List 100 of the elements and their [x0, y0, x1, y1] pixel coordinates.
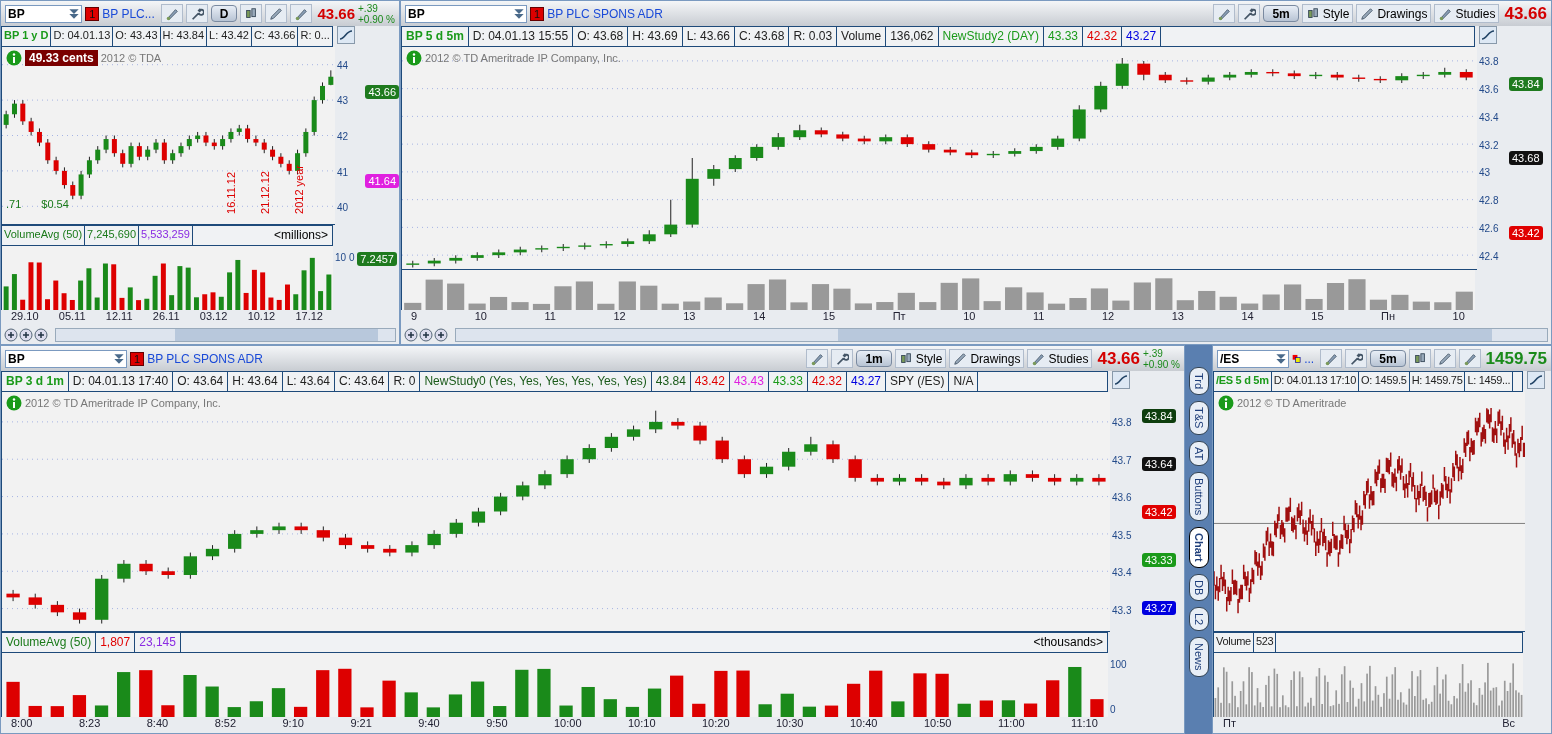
date-marker-label: 16.11.12	[225, 171, 237, 214]
x-axis-label: 14	[753, 310, 766, 324]
chart-style-icon[interactable]	[1479, 26, 1497, 44]
side-tab[interactable]: DB	[1188, 573, 1209, 602]
link-group-number[interactable]: 1	[85, 6, 100, 21]
x-axis-label: 9:21	[350, 717, 372, 731]
more-link[interactable]: ...	[1304, 351, 1315, 366]
dropdown-arrow-icon[interactable]	[512, 6, 526, 21]
info-cell: 43.33	[1044, 27, 1084, 46]
info-icon[interactable]	[6, 395, 22, 411]
wrench-button[interactable]	[1238, 4, 1261, 23]
period-button[interactable]: 5m	[1263, 5, 1299, 22]
candle	[922, 140, 936, 153]
side-tab[interactable]: Trd	[1188, 367, 1209, 396]
link-group-number[interactable]: 1	[530, 6, 545, 21]
chart-style-icon[interactable]	[1112, 371, 1130, 389]
chart-style-icon[interactable]	[337, 26, 355, 44]
studies-button[interactable]: Studies	[1027, 349, 1093, 368]
candle	[535, 244, 549, 253]
x-axis-label: 13	[1171, 310, 1184, 324]
period-button[interactable]: D	[210, 5, 238, 22]
candle	[715, 436, 729, 464]
candle	[203, 131, 209, 147]
zoom-icon[interactable]	[34, 328, 48, 342]
pin-button[interactable]	[806, 349, 829, 368]
zoom-icon[interactable]	[404, 328, 418, 342]
volume-cell: Volume	[1214, 633, 1254, 652]
period-button[interactable]: 5m	[1370, 350, 1406, 367]
candle	[1244, 68, 1258, 79]
x-axis-label: 12	[1101, 310, 1115, 324]
side-tab[interactable]: AT	[1188, 440, 1209, 466]
style-button[interactable]	[1408, 349, 1431, 368]
candle	[642, 229, 656, 245]
candle	[1223, 71, 1237, 81]
y-axis-label: 41	[337, 166, 349, 178]
side-tab[interactable]: Buttons	[1188, 471, 1209, 522]
side-tab[interactable]: Chart	[1188, 527, 1209, 568]
candle	[959, 473, 973, 490]
info-icon[interactable]	[1218, 395, 1234, 411]
side-tab[interactable]: L2	[1188, 607, 1209, 632]
symbol-field[interactable]: BP	[5, 349, 127, 368]
style-button[interactable]	[240, 4, 263, 23]
wrench-button[interactable]	[1345, 349, 1368, 368]
x-axis-label: 9:50	[486, 717, 508, 731]
side-tab[interactable]: T&S	[1188, 401, 1209, 435]
info-cell: R: 0	[389, 372, 421, 391]
scrollbar[interactable]	[55, 328, 396, 342]
scrollbar[interactable]	[455, 328, 1548, 342]
drawings-button[interactable]: Drawings	[949, 349, 1025, 368]
candle	[211, 138, 217, 151]
drawings-button[interactable]	[1433, 349, 1456, 368]
candle	[170, 149, 176, 165]
zoom-icon[interactable]	[434, 328, 448, 342]
candle	[111, 135, 117, 158]
info-cell: H: 43.69	[628, 27, 683, 46]
drawings-button[interactable]	[265, 4, 288, 23]
zoom-icon[interactable]	[19, 328, 33, 342]
info-cell: L: 43.64	[282, 372, 335, 391]
info-icon[interactable]	[406, 50, 422, 66]
side-tab[interactable]: News	[1188, 637, 1209, 677]
symbol-field[interactable]: BP	[5, 4, 83, 23]
y-axis-label: 44	[337, 59, 349, 71]
candle	[1092, 473, 1106, 486]
symbol-field[interactable]: /ES	[1217, 349, 1289, 368]
studies-button[interactable]: Studies	[1434, 4, 1500, 23]
price-tag: 43.68	[1509, 151, 1543, 166]
price-change: +0.90 %	[358, 13, 395, 25]
studies-button[interactable]	[1458, 349, 1481, 368]
info-icon[interactable]	[6, 50, 22, 66]
brush-icon	[294, 6, 309, 21]
period-button[interactable]: 1m	[856, 350, 892, 367]
candle	[1330, 71, 1344, 81]
info-cell: O: 43.43	[113, 27, 161, 46]
dropdown-arrow-icon[interactable]	[112, 351, 126, 366]
symbol-field[interactable]: BP	[405, 4, 527, 23]
info-cell: O: 43.64	[173, 372, 229, 391]
pin-button[interactable]	[160, 4, 183, 23]
link-group-number[interactable]: 1	[130, 351, 145, 366]
candle	[879, 133, 893, 145]
x-axis-label: 11	[544, 310, 556, 324]
wrench-button[interactable]	[185, 4, 208, 23]
style-button[interactable]: Style	[1301, 4, 1354, 23]
chart-style-icon[interactable]	[1527, 371, 1545, 389]
drawings-button[interactable]: Drawings	[1356, 4, 1432, 23]
style-button[interactable]: Style	[894, 349, 947, 368]
pin-button[interactable]	[1213, 4, 1236, 23]
price-tag: 43.66	[365, 84, 399, 99]
x-axis-label: 9	[411, 310, 418, 324]
x-axis-label: 8:52	[214, 717, 237, 731]
wrench-button[interactable]	[831, 349, 854, 368]
candle	[900, 133, 914, 148]
candle	[1459, 68, 1473, 81]
candle	[228, 529, 242, 554]
zoom-icon[interactable]	[419, 328, 433, 342]
y-axis-label: 43.4	[1479, 111, 1499, 123]
zoom-icon[interactable]	[4, 328, 18, 342]
studies-button[interactable]	[290, 4, 313, 23]
candle	[136, 142, 142, 161]
pin-button[interactable]	[1320, 349, 1343, 368]
candle	[1051, 135, 1065, 151]
